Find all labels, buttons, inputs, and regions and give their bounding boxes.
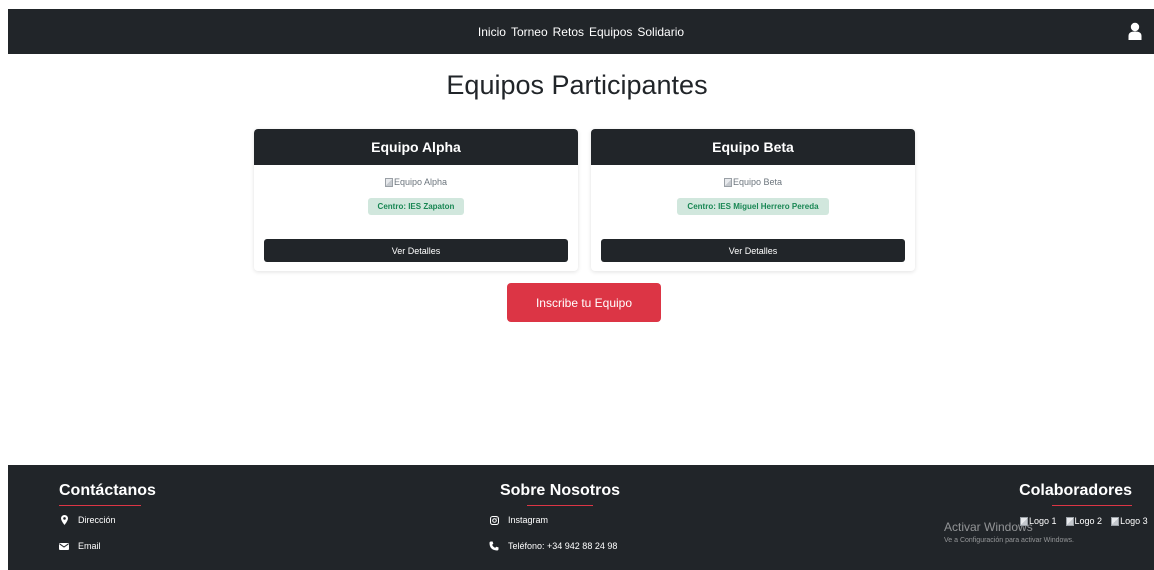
broken-image-icon bbox=[384, 177, 393, 187]
address-label: Dirección bbox=[78, 515, 116, 525]
collaborator-logo: Logo 3 bbox=[1111, 516, 1148, 526]
footer-collaborators: Colaboradores bbox=[944, 482, 1154, 506]
team-image-alt: Equipo Beta bbox=[732, 177, 783, 187]
footer-contact: Contáctanos Dirección Email bbox=[59, 482, 156, 551]
title-underline bbox=[59, 505, 141, 506]
nav-links: Inicio Torneo Retos Equipos Solidario bbox=[478, 25, 684, 39]
footer-collaborators-title: Colaboradores bbox=[1019, 482, 1132, 499]
team-card-beta: Equipo Beta Equipo Beta Centro: IES Migu… bbox=[591, 129, 915, 271]
logo-alt: Logo 1 bbox=[1029, 516, 1057, 526]
broken-image-icon bbox=[1020, 516, 1028, 526]
envelope-icon bbox=[59, 542, 69, 550]
title-underline bbox=[1052, 505, 1132, 506]
broken-image-icon bbox=[1111, 516, 1120, 526]
nav-link-torneo[interactable]: Torneo bbox=[511, 25, 548, 39]
watermark-subtitle: Ve a Configuración para activar Windows. bbox=[944, 537, 1074, 544]
address-item[interactable]: Dirección bbox=[59, 515, 156, 525]
footer-about-title: Sobre Nosotros bbox=[499, 482, 620, 499]
user-icon[interactable] bbox=[1128, 22, 1142, 40]
nav-link-inicio[interactable]: Inicio bbox=[478, 25, 506, 39]
broken-image-icon bbox=[723, 177, 732, 187]
nav-link-solidario[interactable]: Solidario bbox=[637, 25, 684, 39]
instagram-item[interactable]: Instagram bbox=[489, 515, 640, 525]
team-card-alpha: Equipo Alpha Equipo Alpha Centro: IES Za… bbox=[254, 129, 578, 271]
team-image: Equipo Beta bbox=[591, 177, 915, 187]
collaborator-logo: Logo 2 bbox=[1065, 516, 1103, 526]
title-underline bbox=[527, 505, 593, 506]
collaborator-logo: Logo 1 bbox=[1020, 516, 1057, 526]
instagram-label: Instagram bbox=[508, 515, 549, 525]
page-title: Equipos Participantes bbox=[446, 70, 708, 100]
team-image-alt: Equipo Alpha bbox=[393, 177, 448, 187]
phone-item[interactable]: Teléfono: +34 942 88 24 98 bbox=[489, 541, 640, 551]
footer-contact-title: Contáctanos bbox=[59, 482, 156, 499]
map-marker-icon bbox=[60, 515, 68, 525]
phone-icon bbox=[489, 541, 499, 551]
center-badge: Centro: IES Miguel Herrero Pereda bbox=[677, 198, 829, 215]
instagram-icon bbox=[489, 515, 499, 525]
center-badge: Centro: IES Zapaton bbox=[367, 198, 465, 215]
footer-about: Sobre Nosotros Instagram Teléfono: +34 9… bbox=[480, 482, 640, 551]
view-details-button[interactable]: Ver Detalles bbox=[264, 239, 568, 262]
footer: Contáctanos Dirección Email Sobre Nosotr… bbox=[8, 465, 1154, 570]
team-card-title: Equipo Alpha bbox=[254, 129, 578, 165]
nav-link-equipos[interactable]: Equipos bbox=[589, 25, 632, 39]
broken-image-icon bbox=[1065, 516, 1074, 526]
view-details-button[interactable]: Ver Detalles bbox=[601, 239, 905, 262]
email-item[interactable]: Email bbox=[59, 541, 156, 551]
phone-label: Teléfono: +34 942 88 24 98 bbox=[508, 541, 618, 551]
nav-link-retos[interactable]: Retos bbox=[553, 25, 584, 39]
team-image: Equipo Alpha bbox=[254, 177, 578, 187]
collaborator-logos: Logo 1 Logo 2 Logo 3 bbox=[1020, 516, 1148, 526]
navbar: Inicio Torneo Retos Equipos Solidario bbox=[8, 9, 1154, 54]
email-label: Email bbox=[78, 541, 101, 551]
logo-alt: Logo 2 bbox=[1074, 516, 1103, 526]
logo-alt: Logo 3 bbox=[1120, 516, 1148, 526]
register-team-button[interactable]: Inscribe tu Equipo bbox=[507, 283, 661, 322]
team-card-title: Equipo Beta bbox=[591, 129, 915, 165]
